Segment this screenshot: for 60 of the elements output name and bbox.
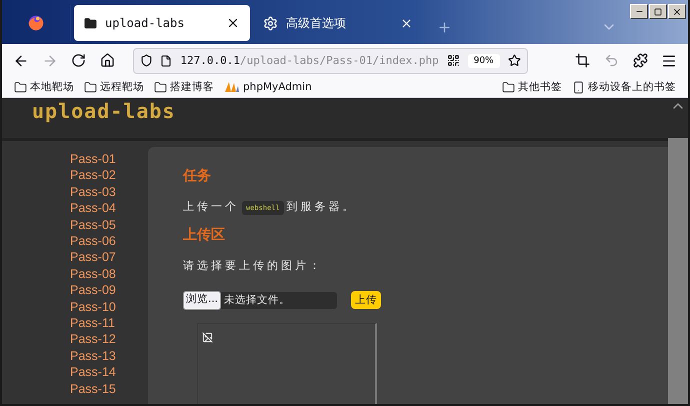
level-link[interactable]: Pass-11 [70, 315, 148, 332]
level-link[interactable]: Pass-10 [70, 298, 148, 316]
bookmark[interactable]: 本地靶场 [14, 80, 74, 94]
zoom-level[interactable]: 90% [468, 54, 500, 68]
sailboat-icon [224, 81, 240, 93]
level-link[interactable]: Pass-06 [70, 233, 148, 250]
bookmark[interactable]: 搭建博客 [154, 80, 214, 94]
menu-icon[interactable] [661, 52, 678, 68]
phone-icon [572, 80, 585, 94]
folder-icon [14, 80, 27, 94]
folder-icon [154, 80, 167, 94]
site-logo[interactable]: upload-labs [32, 99, 176, 123]
section-heading: 任务 [183, 167, 211, 185]
bookmark-star-icon [508, 53, 521, 68]
bookmark[interactable]: 其他书签 [502, 80, 562, 94]
level-link[interactable]: Pass-01 [70, 151, 148, 168]
level-link[interactable]: Pass-13 [70, 348, 148, 364]
level-link[interactable]: Pass-02 [70, 167, 148, 184]
browser-tab[interactable]: upload-labs [74, 5, 250, 41]
qr-code-icon [446, 53, 460, 68]
level-link[interactable]: Pass-07 [70, 249, 148, 266]
minimize-button[interactable] [630, 4, 648, 19]
browser-logo-icon[interactable] [27, 14, 45, 32]
home-icon[interactable] [100, 53, 116, 68]
shield-icon [140, 53, 152, 68]
level-link[interactable]: Pass-08 [70, 266, 148, 282]
folder-icon [502, 80, 515, 94]
crop-icon[interactable] [574, 53, 590, 68]
reload-icon[interactable] [71, 53, 86, 68]
level-link[interactable]: Pass-15 [70, 380, 148, 398]
back-icon[interactable] [12, 52, 29, 68]
level-link[interactable]: Pass-12 [70, 331, 148, 348]
maximize-icon[interactable] [654, 8, 662, 16]
file-input[interactable]: 浏览... 未选择文件。 [183, 292, 337, 308]
folder-icon [84, 80, 97, 94]
bookmark[interactable]: 远程靶场 [84, 80, 144, 94]
close-icon [400, 16, 413, 30]
close-icon[interactable] [672, 6, 682, 16]
bookmark[interactable]: phpMyAdmin [224, 81, 312, 93]
page-icon [160, 54, 172, 68]
broken-image-icon [202, 332, 213, 343]
browser-tab[interactable]: 高级首选项 [253, 5, 423, 41]
puzzle-icon[interactable] [632, 53, 648, 68]
level-link[interactable]: Pass-05 [70, 216, 148, 234]
close-icon [226, 16, 240, 30]
section-heading: 上传区 [183, 226, 225, 244]
level-link[interactable]: Pass-04 [70, 200, 148, 217]
close-button[interactable] [668, 4, 686, 19]
level-link[interactable]: Pass-09 [70, 282, 148, 299]
settings-icon [263, 16, 278, 30]
address-bar[interactable]: 127.0.0.1/upload-labs/Pass-01/index.php 90% [132, 48, 528, 74]
page-icon [84, 16, 97, 30]
maximize-button[interactable] [649, 4, 667, 19]
level-link[interactable]: Pass-03 [70, 184, 148, 200]
plus-icon[interactable] [436, 20, 452, 34]
upload-button[interactable]: 上传 [351, 291, 381, 309]
upload-prompt: 请选择要上传的图片： [183, 258, 323, 273]
scrollbar[interactable] [668, 98, 688, 404]
bookmark[interactable]: 移动设备上的书签 [572, 80, 676, 94]
level-link[interactable]: Pass-14 [70, 364, 148, 381]
